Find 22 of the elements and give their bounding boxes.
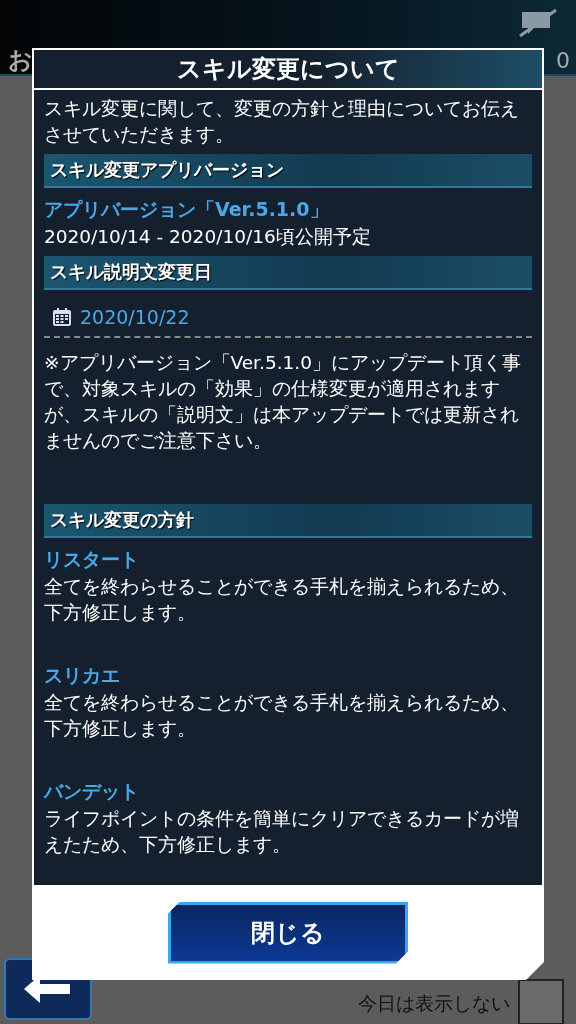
close-button[interactable]: 閉じる bbox=[168, 901, 408, 964]
section-heading: スキル説明文変更日 bbox=[44, 256, 532, 290]
body-text: 2020/10/14 - 2020/10/16頃公開予定 bbox=[44, 225, 372, 249]
section-heading: スキル変更アプリバージョン bbox=[44, 154, 532, 188]
muted-chat-icon[interactable] bbox=[518, 8, 558, 38]
subtitle: アプリバージョン「Ver.5.1.0」 bbox=[44, 197, 330, 222]
subtitle: バンデット bbox=[44, 779, 140, 804]
header-title: お bbox=[8, 45, 33, 76]
body-text: スキル変更に関して、変更の方針と理由についてお伝えさせていただきます。 bbox=[44, 97, 520, 147]
date-text: 2020/10/22 bbox=[80, 306, 190, 328]
header-count: 0 bbox=[556, 48, 570, 73]
section-heading: スキル変更の方針 bbox=[44, 504, 532, 538]
calendar-icon bbox=[52, 307, 72, 327]
body-text: ライフポイントの条件を簡単にクリアできるカードが増えたため、下方修正します。 bbox=[44, 807, 520, 857]
subtitle: スリカエ bbox=[44, 663, 121, 688]
note-text: ※アプリバージョン「Ver.5.1.0」にアップデート頂く事で、対象スキルの「効果」の仕様変更が適用されますが、スキルの「説明文」は本アップデートでは更新されませんのでご注意下さい。 bbox=[44, 351, 522, 453]
subtitle: リスタート bbox=[44, 547, 140, 572]
body-text: 全てを終わらせることができる手札を揃えられるため、下方修正します。 bbox=[44, 575, 520, 625]
body-text: 全てを終わらせることができる手札を揃えられるため、下方修正します。 bbox=[44, 691, 520, 741]
dialog-title: スキル変更について bbox=[34, 50, 542, 88]
hide-today-label: 今日は表示しない bbox=[358, 991, 510, 1016]
hide-today-checkbox[interactable] bbox=[518, 979, 564, 1024]
